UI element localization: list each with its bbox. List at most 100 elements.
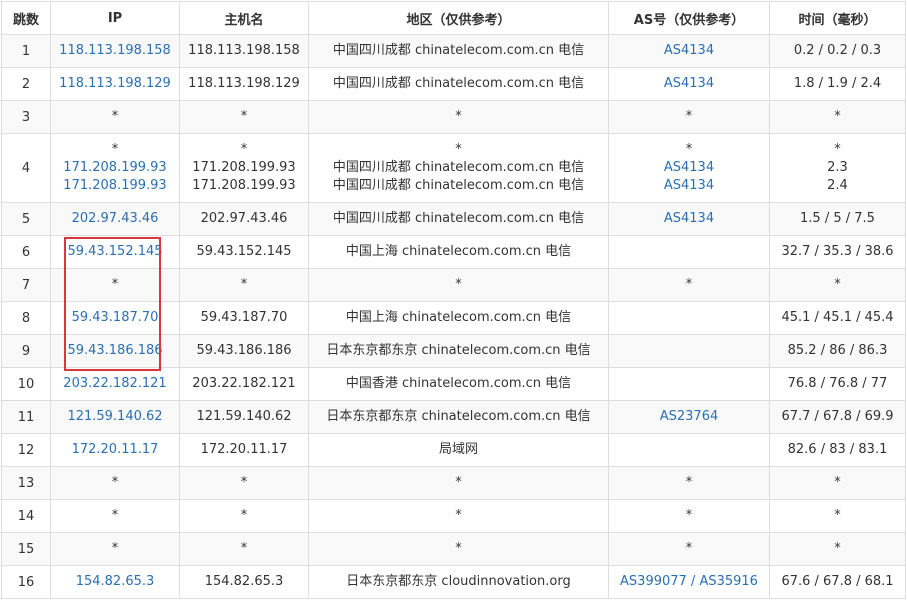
ip-link[interactable]: 172.20.11.17 [52,441,179,459]
time-text: * [834,475,841,490]
table-row: 16 154.82.65.3 154.82.65.3 日本东京都东京 cloudinn… [1,565,906,599]
ip-cell: 59.43.187.70 [50,301,180,335]
ip-cell: 59.43.186.186 [50,334,180,368]
ip-cell: * [50,499,180,533]
table-row: 11 121.59.140.62 121.59.140.62 日本东京都东京 chin… [1,400,906,434]
ip-link[interactable]: 118.113.198.129 [52,75,179,93]
hostname-cell: * [179,100,309,134]
hop-cell: 1 [1,34,51,68]
hostname-cell: * [179,268,309,302]
time-cell: * [769,532,906,566]
ip-link[interactable]: 202.97.43.46 [52,210,179,228]
as-text: * [685,142,693,157]
ip-cell: 202.97.43.46 [50,202,180,236]
hostname-text: 171.208.199.93 [192,178,296,193]
hop-cell: 12 [1,433,51,467]
region-text: * [455,475,462,490]
ip-text: * [111,109,119,124]
table-row: 13 * * * * * [1,466,906,500]
hop-cell: 2 [1,67,51,101]
as-cell [608,367,770,401]
time-text: 0.2 / 0.2 / 0.3 [793,43,882,58]
as-link[interactable]: AS399077 / AS35916 [610,573,769,591]
ip-text: * [111,142,119,157]
as-text: * [685,109,693,124]
time-text: 45.1 / 45.1 / 45.4 [781,310,894,325]
hostname-text: * [240,541,248,556]
as-cell [608,301,770,335]
ip-text: * [111,277,119,292]
hop-cell: 8 [1,301,51,335]
hostname-cell: 118.113.198.158 [179,34,309,68]
time-text: * [834,541,841,556]
region-text: * [455,109,462,124]
as-cell: AS4134 [608,67,770,101]
ip-cell: 118.113.198.129 [50,67,180,101]
time-text: * [834,508,841,523]
table-row: 6 59.43.152.145 59.43.152.145 中国上海 chinatel… [1,235,906,269]
as-cell [608,235,770,269]
ip-link[interactable]: 118.113.198.158 [52,42,179,60]
hostname-cell: * [179,466,309,500]
time-cell: * 2.3 2.4 [769,133,906,203]
region-cell: * [308,100,609,134]
header-ip: IP [50,1,180,35]
time-cell: 67.7 / 67.8 / 69.9 [769,400,906,434]
time-text: 67.6 / 67.8 / 68.1 [781,574,894,589]
hop-cell: 13 [1,466,51,500]
ip-cell: 172.20.11.17 [50,433,180,467]
table-row: 2 118.113.198.129 118.113.198.129 中国四川成都 ch… [1,67,906,101]
ip-link[interactable]: 121.59.140.62 [52,408,179,426]
ip-link[interactable]: 59.43.152.145 [52,243,179,261]
ip-link[interactable]: 154.82.65.3 [52,573,179,591]
region-cell: 局域网 [308,433,609,467]
as-link[interactable]: AS23764 [610,408,769,426]
ip-cell: 59.43.152.145 [50,235,180,269]
as-link[interactable]: AS4134 [610,210,769,228]
ip-text: * [111,475,119,490]
as-text: * [685,508,693,523]
time-cell: 76.8 / 76.8 / 77 [769,367,906,401]
as-cell: AS4134 [608,34,770,68]
ip-link[interactable]: 171.208.199.93 [52,177,179,195]
region-text: 中国四川成都 chinatelecom.com.cn 电信 [332,76,585,91]
as-cell [608,433,770,467]
as-cell: AS4134 [608,202,770,236]
ip-cell: 121.59.140.62 [50,400,180,434]
ip-link[interactable]: 203.22.182.121 [52,375,179,393]
as-cell: * [608,532,770,566]
as-cell: * [608,499,770,533]
ip-cell: * [50,100,180,134]
hop-cell: 9 [1,334,51,368]
region-cell: * [308,466,609,500]
as-link[interactable]: AS4134 [610,75,769,93]
as-cell: AS23764 [608,400,770,434]
region-text: 中国香港 chinatelecom.com.cn 电信 [345,376,572,391]
ip-link[interactable]: 171.208.199.93 [52,159,179,177]
time-text: * [834,109,841,124]
ip-link[interactable]: 59.43.186.186 [52,342,179,360]
table-row: 12 172.20.11.17 172.20.11.17 局域网 82.6 / 83 /… [1,433,906,467]
table-row: 14 * * * * * [1,499,906,533]
hop-cell: 3 [1,100,51,134]
region-cell: * [308,499,609,533]
as-link[interactable]: AS4134 [610,177,769,195]
as-cell: * AS4134 AS4134 [608,133,770,203]
region-text: * [455,277,462,292]
time-text: 85.2 / 86 / 86.3 [787,343,888,358]
as-cell: AS399077 / AS35916 [608,565,770,599]
as-link[interactable]: AS4134 [610,159,769,177]
ip-cell: 203.22.182.121 [50,367,180,401]
table-row: 10 203.22.182.121 203.22.182.121 中国香港 china… [1,367,906,401]
ip-link[interactable]: 59.43.187.70 [52,309,179,327]
hostname-text: * [240,109,248,124]
as-link[interactable]: AS4134 [610,42,769,60]
region-text: 中国四川成都 chinatelecom.com.cn 电信 [332,178,585,193]
time-text: 2.3 [827,160,848,175]
as-cell: * [608,268,770,302]
hostname-cell: * [179,499,309,533]
header-time: 时间（毫秒） [769,1,906,35]
time-text: 67.7 / 67.8 / 69.9 [781,409,894,424]
region-text: 中国上海 chinatelecom.com.cn 电信 [345,310,572,325]
ip-cell: 154.82.65.3 [50,565,180,599]
